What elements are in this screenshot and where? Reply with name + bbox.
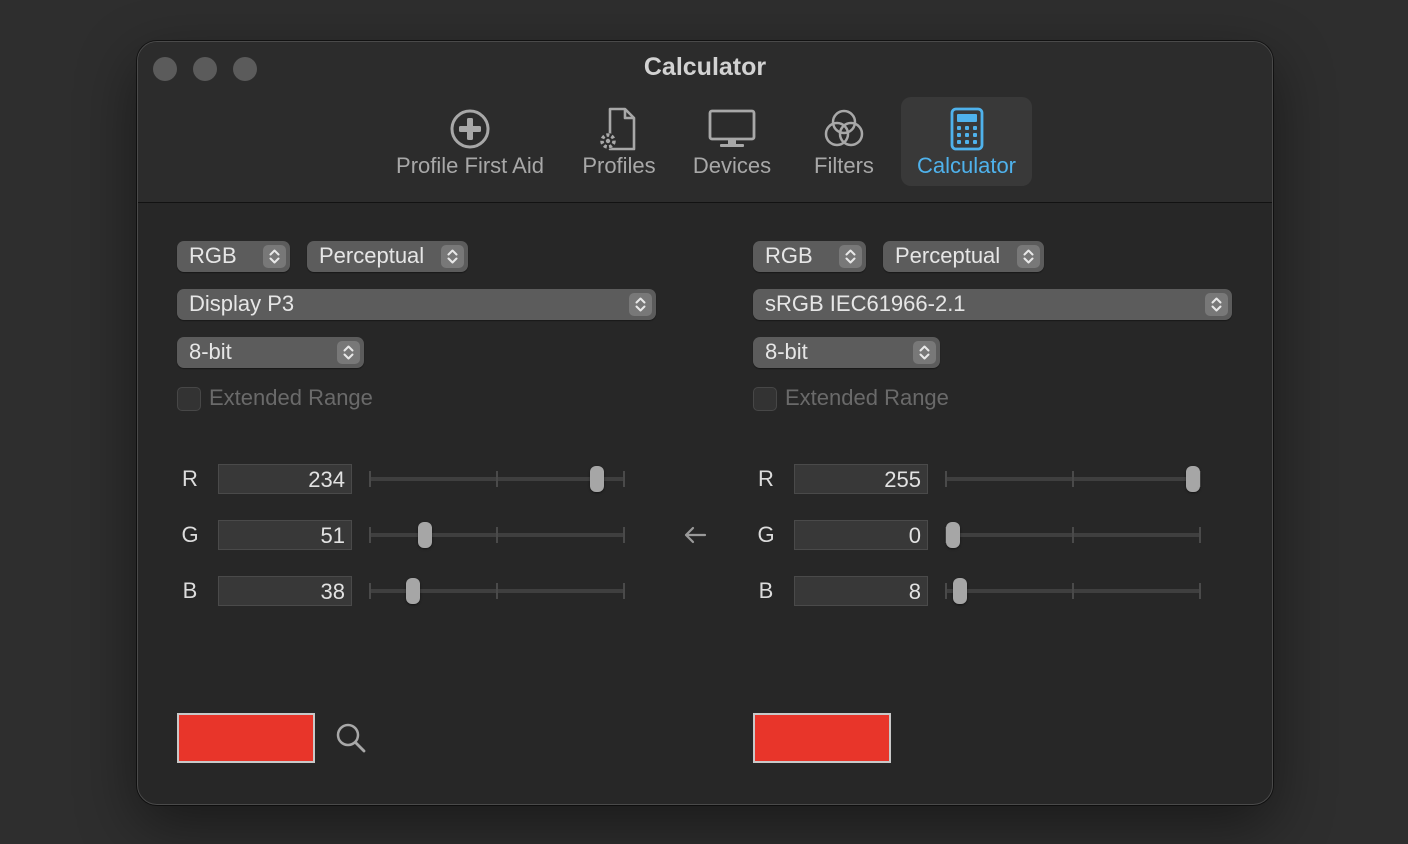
tab-label: Devices xyxy=(692,153,772,178)
slider-thumb[interactable] xyxy=(946,522,960,548)
slider-thumb[interactable] xyxy=(418,522,432,548)
toolbar: Calculator Profile First Aid Profiles De… xyxy=(138,42,1272,203)
popup-value: RGB xyxy=(765,243,813,268)
popup-value: sRGB IEC61966-2.1 xyxy=(765,291,966,316)
right-profile-popup[interactable]: sRGB IEC61966-2.1 xyxy=(753,289,1232,320)
slider-thumb[interactable] xyxy=(953,578,968,604)
chevron-updown-icon xyxy=(913,341,936,364)
right-b-field[interactable]: 8 xyxy=(794,576,928,606)
extended-range-label: Extended Range xyxy=(209,385,373,410)
chevron-updown-icon xyxy=(263,245,286,268)
tab-devices[interactable]: Devices xyxy=(682,97,782,186)
slider-thumb[interactable] xyxy=(590,466,605,492)
slider-tick xyxy=(1072,583,1074,599)
tab-filters[interactable]: Filters xyxy=(800,97,888,186)
right-g-field[interactable]: 0 xyxy=(794,520,928,550)
right-r-field[interactable]: 255 xyxy=(794,464,928,494)
left-color-swatch[interactable] xyxy=(177,713,315,763)
chevron-updown-icon xyxy=(337,341,360,364)
left-color-space-popup[interactable]: RGB xyxy=(177,241,290,272)
channel-label-b: B xyxy=(182,578,198,603)
slider-tick xyxy=(1199,583,1201,599)
extended-range-label: Extended Range xyxy=(785,385,949,410)
tab-profiles[interactable]: Profiles xyxy=(574,97,664,186)
right-extended-range: Extended Range xyxy=(753,385,993,411)
slider-thumb[interactable] xyxy=(1186,466,1200,492)
right-bit-depth-popup[interactable]: 8-bit xyxy=(753,337,940,368)
slider-tick xyxy=(1199,527,1201,543)
slider-tick xyxy=(369,527,371,543)
calculator-window: Calculator Profile First Aid Profiles De… xyxy=(137,41,1273,805)
chevron-updown-icon xyxy=(1205,293,1228,316)
slider-tick xyxy=(623,527,625,543)
left-r-slider[interactable] xyxy=(369,464,625,494)
slider-tick xyxy=(1072,527,1074,543)
left-b-slider[interactable] xyxy=(369,576,625,606)
chevron-updown-icon xyxy=(839,245,862,268)
left-g-field[interactable]: 51 xyxy=(218,520,352,550)
popup-value: Perceptual xyxy=(895,243,1001,268)
display-icon xyxy=(682,107,782,151)
left-r-field[interactable]: 234 xyxy=(218,464,352,494)
right-g-slider[interactable] xyxy=(945,520,1201,550)
left-extended-range: Extended Range xyxy=(177,385,417,411)
magnifier-icon[interactable] xyxy=(335,722,367,754)
channel-label-b: B xyxy=(758,578,774,603)
slider-tick xyxy=(945,583,947,599)
tab-label: Filters xyxy=(814,153,874,178)
popup-value: RGB xyxy=(189,243,237,268)
calculator-icon xyxy=(901,107,1032,151)
slider-thumb[interactable] xyxy=(405,578,420,604)
window-title: Calculator xyxy=(643,53,767,81)
left-profile-popup[interactable]: Display P3 xyxy=(177,289,656,320)
right-r-slider[interactable] xyxy=(945,464,1201,494)
left-b-field[interactable]: 38 xyxy=(218,576,352,606)
filters-circles-icon xyxy=(800,107,888,151)
right-intent-popup[interactable]: Perceptual xyxy=(883,241,1044,272)
tab-label: Calculator xyxy=(916,153,1017,178)
left-g-slider[interactable] xyxy=(369,520,625,550)
popup-value: Perceptual xyxy=(319,243,425,268)
right-b-slider[interactable] xyxy=(945,576,1201,606)
profile-document-gear-icon xyxy=(574,107,664,151)
left-bit-depth-popup[interactable]: 8-bit xyxy=(177,337,364,368)
channel-label-r: R xyxy=(758,466,774,491)
slider-tick xyxy=(945,471,947,487)
popup-value: 8-bit xyxy=(765,339,808,364)
slider-tick xyxy=(623,583,625,599)
channel-label-g: G xyxy=(757,522,775,547)
right-color-space-popup[interactable]: RGB xyxy=(753,241,866,272)
slider-tick xyxy=(369,471,371,487)
tab-calculator[interactable]: Calculator xyxy=(901,97,1032,186)
slider-tick xyxy=(623,471,625,487)
channel-label-g: G xyxy=(181,522,199,547)
right-extended-range-checkbox[interactable] xyxy=(753,387,777,411)
chevron-updown-icon xyxy=(1017,245,1040,268)
slider-tick xyxy=(496,527,498,543)
slider-tick xyxy=(496,583,498,599)
popup-value: Display P3 xyxy=(189,291,295,316)
chevron-updown-icon xyxy=(441,245,464,268)
tab-profile-first-aid[interactable]: Profile First Aid xyxy=(380,97,560,186)
slider-tick xyxy=(496,471,498,487)
tab-label: Profile First Aid xyxy=(396,153,544,178)
first-aid-icon xyxy=(380,107,560,151)
left-intent-popup[interactable]: Perceptual xyxy=(307,241,468,272)
channel-label-r: R xyxy=(182,466,198,491)
arrow-left-icon xyxy=(682,522,708,548)
chevron-updown-icon xyxy=(629,293,652,316)
right-color-swatch[interactable] xyxy=(753,713,891,763)
slider-tick xyxy=(1072,471,1074,487)
popup-value: 8-bit xyxy=(189,339,232,364)
tab-label: Profiles xyxy=(582,153,656,178)
slider-tick xyxy=(369,583,371,599)
left-extended-range-checkbox[interactable] xyxy=(177,387,201,411)
